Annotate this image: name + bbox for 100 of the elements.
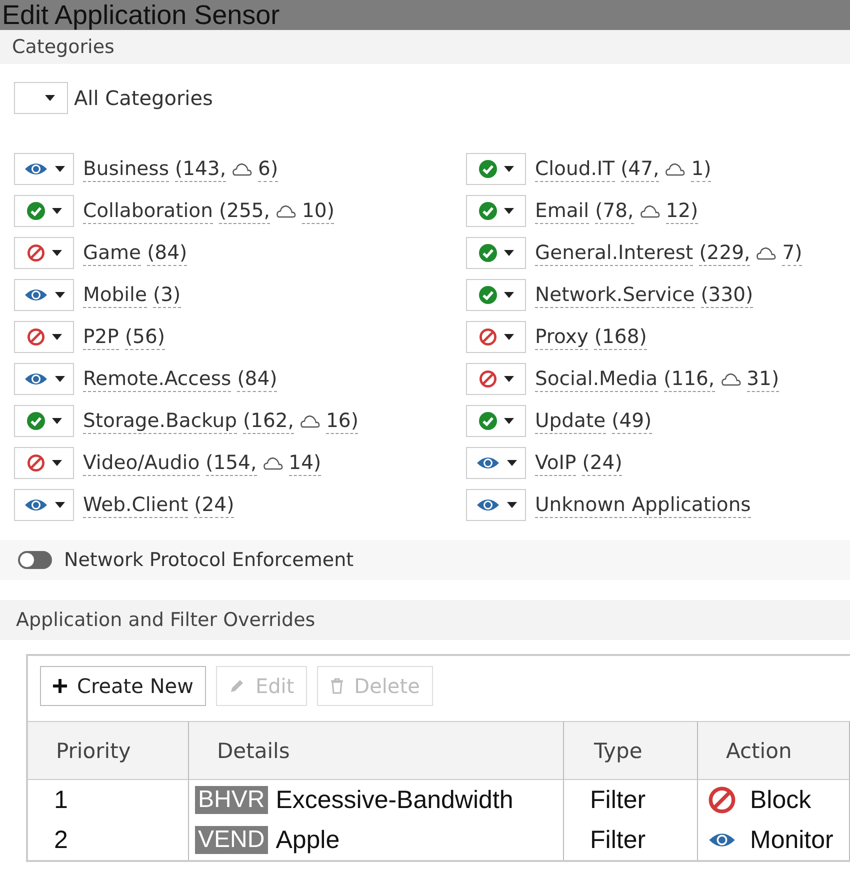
caret-icon	[504, 166, 514, 172]
column-header[interactable]: Details	[189, 721, 564, 780]
category-name[interactable]: Unknown Applications	[535, 492, 751, 518]
override-name: Excessive-Bandwidth	[276, 786, 514, 814]
action-label: Block	[750, 786, 812, 814]
cloud-icon	[232, 162, 252, 176]
caret-icon	[504, 250, 514, 256]
category-name[interactable]: Email	[535, 198, 590, 224]
caret-icon	[54, 502, 64, 508]
cloud-count: 7)	[782, 240, 802, 266]
app-count: (162,	[242, 408, 294, 434]
tag-label: BHVR	[195, 786, 268, 814]
cloud-icon	[720, 372, 741, 386]
column-header[interactable]: Type	[564, 721, 698, 780]
action-dropdown[interactable]	[466, 321, 526, 353]
caret-icon	[52, 418, 62, 424]
app-count: (143,	[175, 156, 226, 182]
app-count: (84)	[147, 240, 188, 266]
caret-icon	[54, 292, 64, 298]
app-count: (84)	[237, 366, 278, 392]
action-dropdown[interactable]	[14, 321, 74, 353]
action-dropdown[interactable]	[466, 447, 526, 479]
category-name[interactable]: Network.Service	[535, 282, 695, 308]
cloud-count: 16)	[326, 408, 358, 434]
category-name[interactable]: Remote.Access	[83, 366, 232, 392]
category-name[interactable]: Cloud.IT	[535, 156, 615, 182]
table-cell: 1	[28, 780, 189, 820]
category-name[interactable]: Update	[535, 408, 606, 434]
cloud-icon	[276, 204, 296, 218]
cloud-icon	[665, 162, 686, 176]
caret-icon	[504, 334, 514, 340]
caret-icon	[54, 376, 64, 382]
app-count: (229,	[699, 240, 750, 266]
action-dropdown[interactable]	[14, 489, 74, 521]
action-dropdown[interactable]	[14, 405, 74, 437]
app-count: (78,	[595, 198, 634, 224]
action-dropdown[interactable]	[14, 279, 74, 311]
app-count: (116,	[664, 366, 715, 392]
column-header[interactable]: Priority	[28, 721, 189, 780]
caret-icon	[504, 376, 514, 382]
app-count: (24)	[194, 492, 234, 518]
category-name[interactable]: P2P	[83, 324, 119, 350]
action-dropdown[interactable]	[466, 237, 526, 269]
category-name[interactable]: Game	[83, 240, 142, 266]
caret-icon	[504, 292, 514, 298]
table-cell: Filter	[564, 820, 698, 860]
caret-icon	[52, 250, 62, 256]
action-dropdown[interactable]	[14, 237, 74, 269]
app-count: (330)	[700, 282, 754, 308]
app-count: (56)	[124, 324, 165, 350]
action-dropdown[interactable]	[14, 447, 74, 479]
caret-icon	[52, 460, 62, 466]
action-dropdown[interactable]	[466, 153, 526, 185]
caret-icon	[504, 418, 514, 424]
cloud-icon	[262, 456, 283, 470]
category-name[interactable]: Social.Media	[535, 366, 658, 392]
action-dropdown[interactable]	[466, 279, 526, 311]
category-name[interactable]: Video/Audio	[83, 450, 200, 476]
caret-icon	[506, 460, 516, 466]
category-name[interactable]: Business	[83, 156, 169, 182]
app-count: (47,	[620, 156, 660, 182]
action-dropdown[interactable]	[14, 195, 74, 227]
column-header[interactable]: Action	[698, 721, 850, 780]
section-title: Application and Filter Overrides	[16, 609, 316, 631]
category-name[interactable]: Collaboration	[83, 198, 213, 224]
toggle-switch[interactable]	[18, 551, 52, 569]
window-title: Edit Application Sensor	[1, 0, 280, 30]
create-button[interactable]: Create New	[40, 666, 206, 706]
category-name[interactable]: Mobile	[83, 282, 147, 308]
cloud-count: 6)	[258, 156, 278, 182]
app-count: (49)	[612, 408, 652, 434]
plus-icon	[53, 679, 67, 693]
trash-icon	[330, 678, 344, 694]
pencil-icon	[229, 678, 246, 694]
action-dropdown[interactable]	[466, 195, 526, 227]
category-name[interactable]: Proxy	[535, 324, 588, 350]
section-title: Categories	[12, 36, 114, 58]
category-name[interactable]: General.Interest	[535, 240, 694, 266]
cloud-icon	[640, 204, 660, 218]
action-dropdown[interactable]	[466, 405, 526, 437]
cloud-count: 1)	[691, 156, 712, 182]
cloud-count: 12)	[666, 198, 698, 224]
category-name[interactable]: VoIP	[535, 450, 576, 476]
category-name[interactable]: Storage.Backup	[83, 408, 237, 434]
action-dropdown[interactable]	[14, 153, 74, 185]
cloud-count: 31)	[746, 366, 780, 392]
toggle-label: Network Protocol Enforcement	[64, 549, 354, 571]
override-name: Apple	[276, 826, 340, 854]
action-dropdown[interactable]	[466, 489, 526, 521]
category-name[interactable]: Web.Client	[83, 492, 188, 518]
cloud-icon	[756, 246, 776, 260]
app-count: (168)	[594, 324, 647, 350]
caret-icon	[506, 502, 516, 508]
action-dropdown[interactable]	[466, 363, 526, 395]
cloud-count: 10)	[302, 198, 334, 224]
action-dropdown[interactable]	[14, 363, 74, 395]
app-count: (255,	[218, 198, 270, 224]
caret-icon	[504, 208, 514, 214]
caret-icon	[45, 95, 55, 101]
caret-icon	[52, 334, 62, 340]
